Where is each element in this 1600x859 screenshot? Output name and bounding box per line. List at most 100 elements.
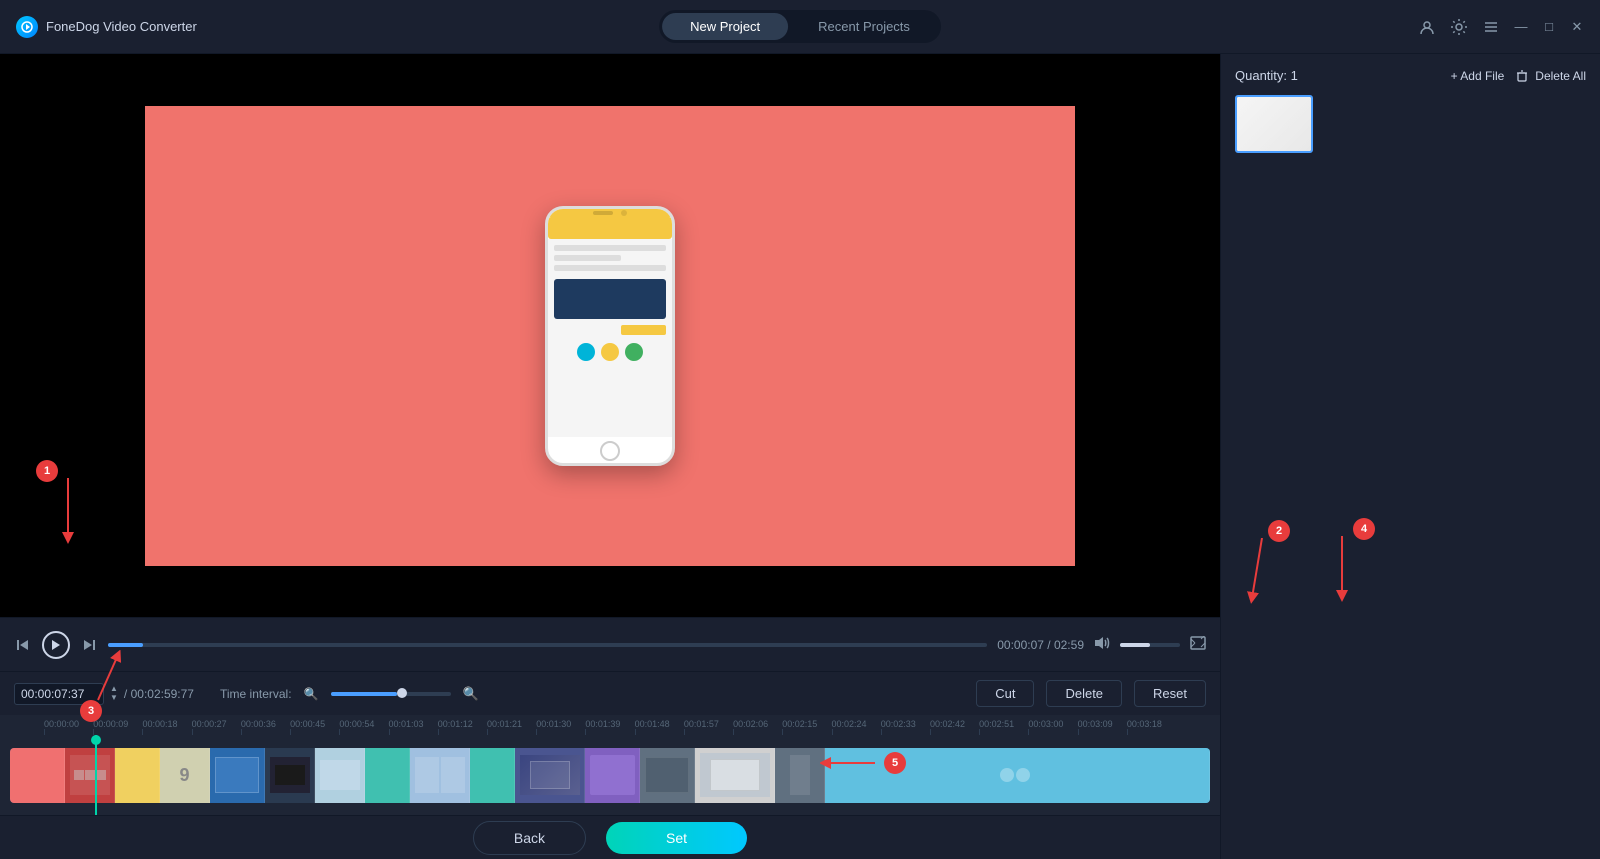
action-bar: Back Set (0, 815, 1220, 859)
next-frame-button[interactable] (80, 636, 98, 654)
left-content: 00:00:07 / 02:59 (0, 54, 1220, 859)
phone-icon-wifi (577, 343, 595, 361)
timeline-ruler: 00:00:00 00:00:09 00:00:18 00:00:27 00:0… (0, 715, 1220, 735)
tick-18: 00:02:42 (930, 719, 979, 735)
time-up-button[interactable]: ▲ (110, 685, 118, 693)
tick-3: 00:00:27 (192, 719, 241, 735)
phone-icons-row (554, 343, 666, 361)
add-file-button[interactable]: + Add File (1451, 69, 1505, 83)
timeline-track-area[interactable]: 9 (0, 735, 1220, 815)
volume-icon[interactable] (1094, 636, 1110, 653)
tick-20: 00:03:00 (1028, 719, 1077, 735)
minimize-button[interactable]: — (1514, 20, 1528, 34)
maximize-button[interactable]: □ (1542, 20, 1556, 34)
app-container: FoneDog Video Converter New Project Rece… (0, 0, 1600, 859)
phone-header (548, 217, 672, 239)
toolbar-row: ▲ ▼ / 00:02:59:77 Time interval: 🔍 🔍 Cut (0, 671, 1220, 715)
tab-new-project[interactable]: New Project (662, 13, 788, 40)
tab-recent-projects[interactable]: Recent Projects (790, 13, 938, 40)
time-input-group: ▲ ▼ / 00:02:59:77 (14, 683, 194, 705)
content-row: 00:00:07 / 02:59 (0, 54, 1600, 859)
progress-bar[interactable] (108, 643, 987, 647)
phone-screen (548, 239, 672, 437)
controls-bar: 00:00:07 / 02:59 (0, 617, 1220, 671)
tick-9: 00:01:21 (487, 719, 536, 735)
tick-0: 00:00:00 (44, 719, 93, 735)
zoom-in-icon[interactable]: 🔍 (463, 686, 479, 702)
volume-slider[interactable] (1120, 643, 1180, 647)
quantity-row: Quantity: 1 + Add File Delete All (1235, 68, 1586, 83)
right-panel: Quantity: 1 + Add File Delete All (1220, 54, 1600, 859)
progress-fill (108, 643, 143, 647)
tick-6: 00:00:54 (339, 719, 388, 735)
track-segment-1 (65, 748, 115, 803)
phone-icon-settings (601, 343, 619, 361)
tick-16: 00:02:24 (832, 719, 881, 735)
tick-13: 00:01:57 (684, 719, 733, 735)
settings-icon[interactable] (1450, 18, 1468, 36)
zoom-out-icon[interactable]: 🔍 (304, 687, 319, 701)
tick-2: 00:00:18 (142, 719, 191, 735)
volume-fill (1120, 643, 1150, 647)
delete-all-label: Delete All (1535, 69, 1586, 83)
app-name: FoneDog Video Converter (46, 19, 197, 34)
cut-button[interactable]: Cut (976, 680, 1034, 707)
delete-button[interactable]: Delete (1046, 680, 1122, 707)
track-segment-13 (695, 748, 775, 803)
panel-actions: + Add File Delete All (1451, 69, 1586, 83)
track-segment-8 (410, 748, 470, 803)
track-segment-5 (265, 748, 315, 803)
timeline-track[interactable]: 9 (10, 748, 1210, 803)
phone-blue-block (554, 279, 666, 319)
track-segment-3: 9 (160, 748, 210, 803)
tick-21: 00:03:09 (1078, 719, 1127, 735)
set-button[interactable]: Set (606, 822, 747, 854)
thumbnail-preview (1237, 97, 1311, 151)
tick-4: 00:00:36 (241, 719, 290, 735)
interval-thumb (397, 688, 407, 698)
video-content (145, 106, 1075, 566)
track-segment-10 (515, 748, 585, 803)
interval-label: Time interval: (220, 687, 292, 701)
tick-22: 00:03:18 (1127, 719, 1176, 735)
time-position-input[interactable] (14, 683, 104, 705)
fullscreen-button[interactable] (1190, 636, 1206, 653)
tick-15: 00:02:15 (782, 719, 831, 735)
menu-icon[interactable] (1482, 18, 1500, 36)
tick-5: 00:00:45 (290, 719, 339, 735)
phone-home-btn (600, 441, 620, 461)
window-controls: — □ ✕ (1418, 18, 1584, 36)
tick-17: 00:02:33 (881, 719, 930, 735)
tick-8: 00:01:12 (438, 719, 487, 735)
phone-icon-chat (625, 343, 643, 361)
titlebar-tabs: New Project Recent Projects (659, 10, 941, 43)
track-segment-12 (640, 748, 695, 803)
user-icon[interactable] (1418, 18, 1436, 36)
tick-7: 00:01:03 (389, 719, 438, 735)
phone-mockup (545, 206, 675, 466)
tick-19: 00:02:51 (979, 719, 1028, 735)
tick-14: 00:02:06 (733, 719, 782, 735)
reset-button[interactable]: Reset (1134, 680, 1206, 707)
phone-line-3 (554, 265, 666, 271)
phone-line-1 (554, 245, 666, 251)
play-button[interactable] (42, 631, 70, 659)
phone-line-2 (554, 255, 621, 261)
time-down-button[interactable]: ▼ (110, 694, 118, 702)
logo-icon (16, 16, 38, 38)
quantity-label: Quantity: 1 (1235, 68, 1298, 83)
track-segment-0 (10, 748, 65, 803)
delete-all-button[interactable]: Delete All (1516, 69, 1586, 83)
interval-slider[interactable] (331, 692, 451, 696)
track-segment-11 (585, 748, 640, 803)
video-thumbnail[interactable] (1235, 95, 1313, 153)
time-display: 00:00:07 / 02:59 (997, 638, 1084, 652)
tick-11: 00:01:39 (585, 719, 634, 735)
track-segment-7 (365, 748, 410, 803)
playhead[interactable] (95, 735, 97, 815)
prev-frame-button[interactable] (14, 636, 32, 654)
back-button[interactable]: Back (473, 821, 586, 855)
track-segment-6 (315, 748, 365, 803)
track-segment-15 (825, 748, 1210, 803)
close-button[interactable]: ✕ (1570, 20, 1584, 34)
